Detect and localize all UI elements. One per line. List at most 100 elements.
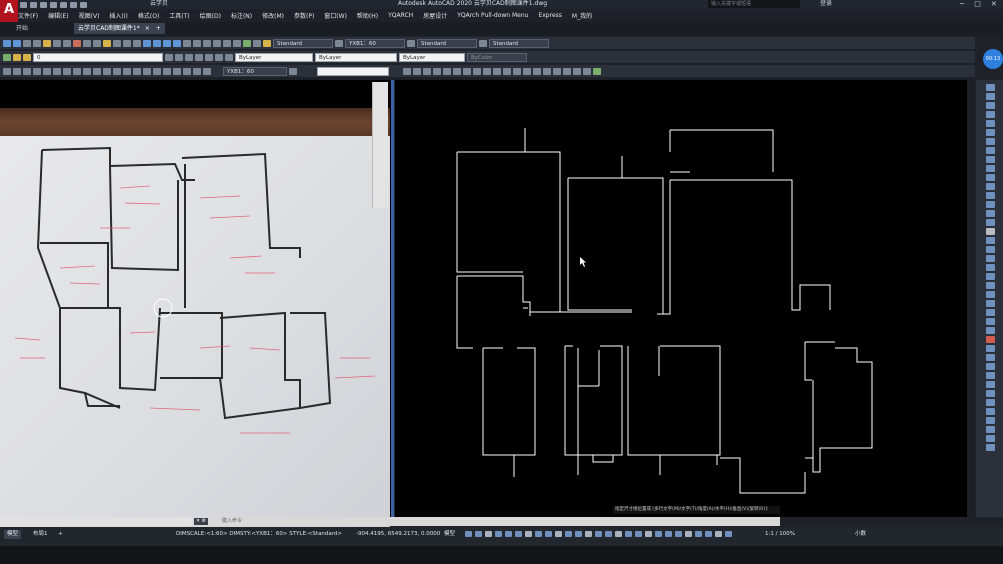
menu-format[interactable]: 格式(O) [138, 11, 159, 20]
transparency-icon[interactable] [565, 531, 572, 537]
ellipse-icon[interactable] [493, 67, 501, 75]
menu-draw[interactable]: 绘图(D) [200, 11, 221, 20]
command-input[interactable]: 键入命令 [222, 517, 242, 526]
navigation-cube[interactable]: 00:13 [983, 49, 1003, 69]
center-mark-icon[interactable] [143, 67, 151, 75]
menu-dimension[interactable]: 标注(N) [231, 11, 252, 20]
quickcalc-icon[interactable] [233, 39, 241, 47]
revcloud-edit-icon[interactable] [985, 435, 995, 442]
maximize-button[interactable]: □ [974, 0, 981, 8]
layer-lock-icon[interactable] [225, 53, 233, 61]
menu-edit[interactable]: 编辑(E) [48, 11, 68, 20]
linetype-dropdown[interactable]: ByLayer [315, 52, 397, 62]
redo-icon[interactable] [133, 39, 141, 47]
dim-style-button-icon[interactable] [289, 67, 297, 75]
match-properties-icon[interactable] [103, 39, 111, 47]
yqarch-tool-icon[interactable] [985, 336, 995, 343]
table-style-icon[interactable] [407, 39, 415, 47]
insert-block-icon[interactable] [513, 67, 521, 75]
menu-view[interactable]: 视图(V) [79, 11, 100, 20]
text-style-dropdown[interactable]: Standard [273, 38, 333, 48]
table-icon[interactable] [573, 67, 581, 75]
join-icon[interactable] [985, 201, 995, 208]
isodraft-icon[interactable] [525, 531, 532, 537]
ellipse-arc-icon[interactable] [503, 67, 511, 75]
mtext-icon[interactable] [583, 67, 591, 75]
save-icon[interactable] [33, 39, 41, 47]
dim-space-icon[interactable] [113, 67, 121, 75]
make-block-icon[interactable] [523, 67, 531, 75]
menu-window[interactable]: 窗口(W) [324, 11, 347, 20]
layer-walk-icon[interactable] [985, 381, 995, 388]
sheet-set-icon[interactable] [213, 39, 221, 47]
annotation-scale[interactable]: 1:1 / 100% [765, 530, 795, 539]
layer-properties-icon[interactable] [3, 53, 11, 61]
new-icon[interactable] [3, 39, 11, 47]
hide-objects-icon[interactable] [985, 408, 995, 415]
grid-icon[interactable] [465, 531, 472, 537]
inspection-icon[interactable] [153, 67, 161, 75]
menu-modify[interactable]: 修改(M) [262, 11, 284, 20]
object-snap-tracking-icon[interactable] [535, 531, 542, 537]
block-attr-icon[interactable] [985, 327, 995, 334]
hatch-icon[interactable] [543, 67, 551, 75]
draw-input-field[interactable] [317, 66, 389, 76]
pedit-icon[interactable] [985, 237, 995, 244]
quick-select-icon[interactable] [985, 390, 995, 397]
add-layout-icon[interactable]: + [58, 530, 63, 539]
text-style-icon[interactable] [263, 39, 271, 47]
spline-edit-icon[interactable] [985, 246, 995, 253]
design-center-icon[interactable] [193, 39, 201, 47]
aligned-dim-icon[interactable] [13, 67, 21, 75]
units-decimal[interactable]: 小数 [855, 530, 866, 539]
dim-update-icon[interactable] [193, 67, 201, 75]
cursor-coordinates[interactable]: -904.4195, 6549.2173, 0.0000 [356, 530, 440, 539]
layer-off-icon[interactable] [215, 53, 223, 61]
multileader-style-dropdown[interactable]: Standard [489, 38, 549, 48]
lineweight-icon[interactable] [555, 531, 562, 537]
attribute-edit-icon[interactable] [985, 318, 995, 325]
block-editor-icon[interactable] [113, 39, 121, 47]
workspace-switch-icon[interactable] [655, 531, 662, 537]
tab-drawing[interactable]: 云学贝CAD制图课件1* × + [74, 23, 165, 34]
revision-cloud-icon[interactable] [473, 67, 481, 75]
construction-line-icon[interactable] [413, 67, 421, 75]
model-space-button[interactable]: 模型 [444, 530, 455, 539]
autocad-logo-icon[interactable]: A [0, 0, 18, 22]
zoom-previous-icon[interactable] [173, 39, 181, 47]
divide-icon[interactable] [985, 282, 995, 289]
line-icon[interactable] [403, 67, 411, 75]
zoom-window-icon[interactable] [163, 39, 171, 47]
rotate-icon[interactable] [985, 138, 995, 145]
break-icon[interactable] [985, 192, 995, 199]
menu-express[interactable]: Express [538, 12, 561, 19]
pan-icon[interactable] [143, 39, 151, 47]
stretch-icon[interactable] [985, 156, 995, 163]
wipeout-icon[interactable] [985, 426, 995, 433]
search-input[interactable]: 输入关键字或短语 [708, 0, 800, 8]
radius-dim-icon[interactable] [43, 67, 51, 75]
menu-tools[interactable]: 工具(T) [169, 11, 189, 20]
markup-icon[interactable] [223, 39, 231, 47]
save-icon[interactable] [40, 1, 47, 8]
plot-icon[interactable] [60, 1, 67, 8]
undo-icon[interactable] [123, 39, 131, 47]
menu-parametric[interactable]: 参数(P) [294, 11, 314, 20]
redo-icon[interactable] [80, 1, 87, 8]
tool-palettes-icon[interactable] [203, 39, 211, 47]
command-line-close-icon[interactable]: ✕ ⚙ [194, 518, 208, 525]
isolate-objects-icon[interactable] [985, 399, 995, 406]
isolate-icon[interactable] [705, 531, 712, 537]
end-isolation-icon[interactable] [985, 417, 995, 424]
mirror-icon[interactable] [985, 102, 995, 109]
color-dropdown[interactable]: ByLayer [235, 52, 313, 62]
lineweight-dropdown[interactable]: ByLayer [399, 52, 465, 62]
tab-model[interactable]: 模型 [4, 530, 22, 539]
offset-icon[interactable] [985, 111, 995, 118]
chamfer-icon[interactable] [985, 210, 995, 217]
new-file-icon[interactable] [20, 1, 27, 8]
infer-constraints-icon[interactable] [485, 531, 492, 537]
copy-icon[interactable] [83, 39, 91, 47]
align-icon[interactable] [985, 273, 995, 280]
lengthen-icon[interactable] [985, 264, 995, 271]
